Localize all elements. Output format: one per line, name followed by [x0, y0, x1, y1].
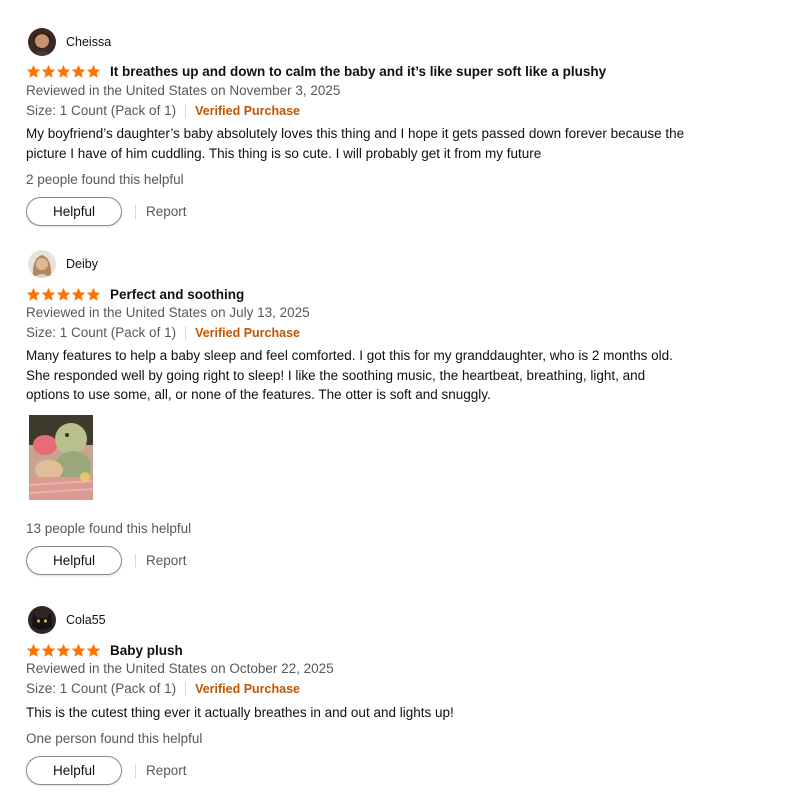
review-title-row: Perfect and soothing [26, 284, 244, 304]
variant-size: Size: 1 Count (Pack of 1) [26, 325, 177, 340]
star-icon [56, 64, 71, 78]
reviewer-name: Cola55 [66, 613, 106, 627]
review-title[interactable]: Perfect and soothing [110, 287, 244, 302]
star-icon [56, 287, 71, 301]
review-variant-row: Size: 1 Count (Pack of 1) Verified Purch… [26, 324, 300, 342]
helpful-button[interactable]: Helpful [26, 546, 122, 575]
star-icon [26, 287, 41, 301]
divider [185, 104, 187, 118]
star-icon [71, 64, 86, 78]
reviewer-profile[interactable]: Cheissa [28, 27, 111, 57]
star-icon [71, 643, 86, 657]
divider [135, 763, 136, 778]
review-actions: Helpful Report [26, 197, 187, 226]
report-link[interactable]: Report [146, 763, 187, 778]
rating-stars[interactable] [26, 287, 101, 302]
star-icon [86, 64, 101, 78]
rating-stars[interactable] [26, 64, 101, 79]
rating-stars[interactable] [26, 643, 101, 658]
verified-purchase-badge: Verified Purchase [195, 682, 300, 696]
report-link[interactable]: Report [146, 204, 187, 219]
helpful-count: 13 people found this helpful [26, 521, 192, 536]
variant-size: Size: 1 Count (Pack of 1) [26, 103, 177, 118]
reviewer-name: Cheissa [66, 35, 112, 49]
avatar [28, 606, 56, 634]
review-body: This is the cutest thing ever it actuall… [26, 705, 454, 720]
helpful-button[interactable]: Helpful [26, 197, 122, 226]
verified-purchase-badge: Verified Purchase [195, 326, 300, 340]
review-title-row: Baby plush [26, 640, 183, 660]
review-date: Reviewed in the United States on July 13… [26, 305, 310, 320]
divider [185, 682, 187, 696]
review-variant-row: Size: 1 Count (Pack of 1) Verified Purch… [26, 680, 300, 698]
star-icon [41, 643, 56, 657]
star-icon [86, 287, 101, 301]
verified-purchase-badge: Verified Purchase [195, 104, 300, 118]
report-link[interactable]: Report [146, 553, 187, 568]
reviewer-profile[interactable]: Deiby [28, 249, 98, 279]
divider [185, 326, 187, 340]
reviewer-name: Deiby [66, 257, 98, 271]
review-title-row: It breathes up and down to calm the baby… [26, 61, 606, 81]
star-icon [71, 287, 86, 301]
star-icon [41, 64, 56, 78]
review-actions: Helpful Report [26, 756, 187, 785]
reviewer-profile[interactable]: Cola55 [28, 605, 106, 635]
avatar [28, 250, 56, 278]
star-icon [41, 287, 56, 301]
divider [135, 204, 136, 219]
star-icon [86, 643, 101, 657]
divider [135, 553, 136, 568]
variant-size: Size: 1 Count (Pack of 1) [26, 681, 177, 696]
avatar [28, 28, 56, 56]
review-actions: Helpful Report [26, 546, 187, 575]
review-variant-row: Size: 1 Count (Pack of 1) Verified Purch… [26, 102, 300, 120]
star-icon [26, 64, 41, 78]
star-icon [56, 643, 71, 657]
review-title[interactable]: Baby plush [110, 643, 183, 658]
review-date: Reviewed in the United States on Novembe… [26, 83, 341, 98]
helpful-count: 2 people found this helpful [26, 172, 184, 187]
star-icon [26, 643, 41, 657]
review-title[interactable]: It breathes up and down to calm the baby… [110, 64, 606, 79]
review-image-thumbnail[interactable] [29, 415, 93, 500]
helpful-button[interactable]: Helpful [26, 756, 122, 785]
review-date: Reviewed in the United States on October… [26, 661, 334, 676]
review-body: Many features to help a baby sleep and f… [26, 348, 673, 402]
helpful-count: One person found this helpful [26, 731, 203, 746]
review-body: My boyfriend’s daughter’s baby absolutel… [26, 126, 685, 161]
